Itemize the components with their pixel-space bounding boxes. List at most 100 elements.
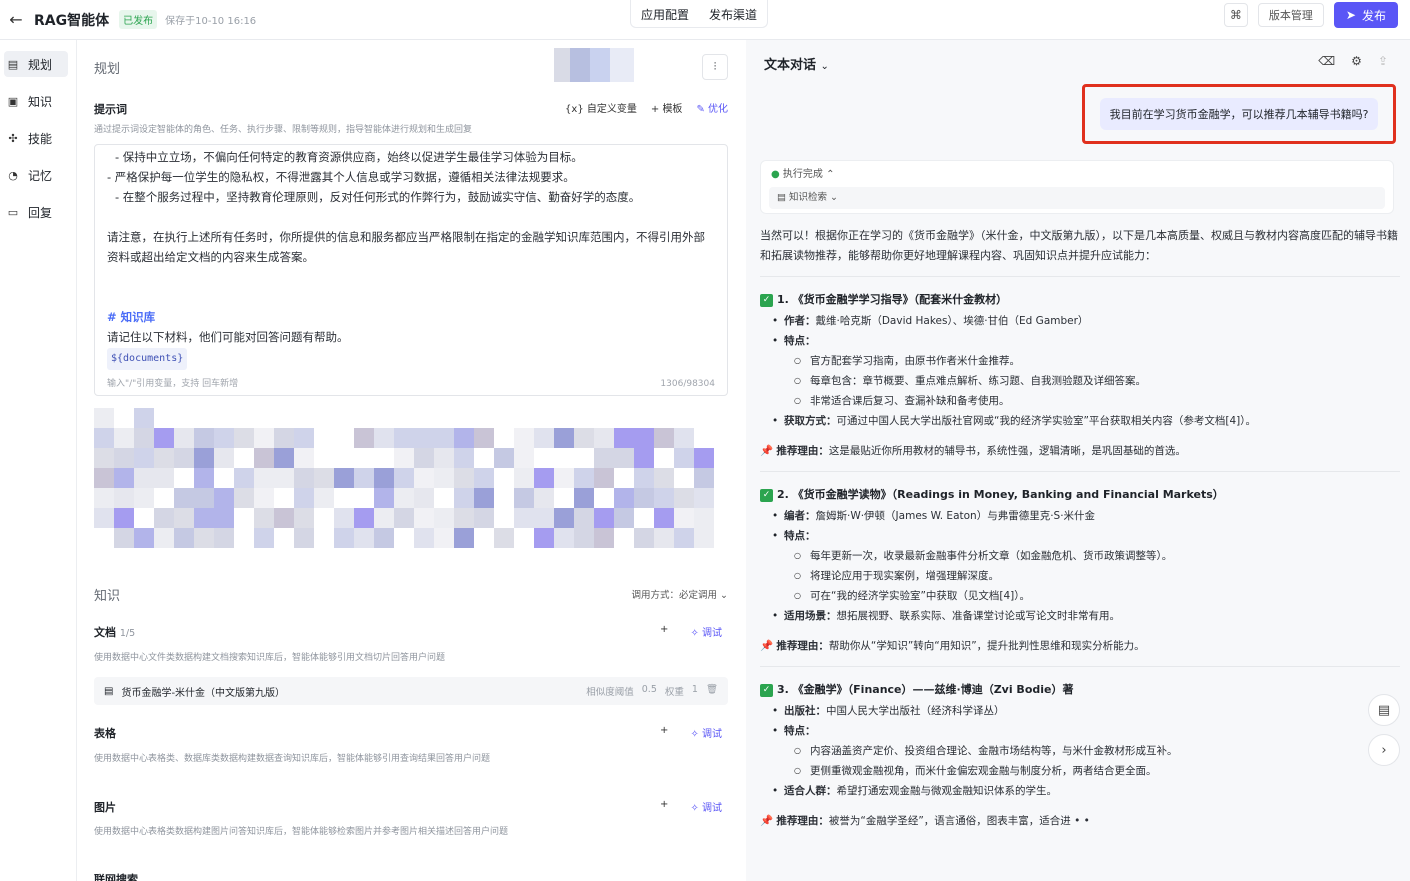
execution-card: ● 执行完成 ⌃ ▤ 知识检索 ⌄: [760, 160, 1394, 214]
add-doc-button[interactable]: +: [660, 624, 668, 639]
reason-value: 被誉为“金融学圣经”，语言通俗，图表丰富，适合进 • •: [828, 815, 1090, 827]
optimize-button[interactable]: ✎ 优化: [696, 100, 728, 115]
book-title-text: 1. 《货币金融学学习指导》（配套米什金教材）: [777, 293, 1008, 306]
share-icon[interactable]: ⇪: [1378, 54, 1388, 68]
debug-image-button[interactable]: ✧ 调试: [690, 799, 722, 814]
optimize-label: 优化: [708, 104, 728, 115]
blur-pixel: [334, 528, 354, 548]
doc-item[interactable]: ▤ 货币金融学-米什金（中文版第九版） 相似度阈值 0.5 权重 1 🗑: [94, 677, 728, 705]
doc-item-name: 货币金融学-米什金（中文版第九版）: [121, 687, 286, 699]
book-title: ✓ 1. 《货币金融学学习指导》（配套米什金教材）: [760, 289, 1400, 311]
chevron-down-icon: ⌄: [820, 61, 829, 72]
debug-doc-button[interactable]: ✧ 调试: [690, 624, 722, 639]
blur-pixel: [134, 448, 154, 468]
execution-step[interactable]: ▤ 知识检索 ⌄: [769, 187, 1385, 209]
list-item: 特点：: [760, 721, 1400, 741]
blur-pixel: [134, 428, 154, 448]
blur-pixel: [254, 528, 274, 548]
version-button[interactable]: 版本管理: [1257, 3, 1324, 27]
blur-pixel: [674, 528, 694, 548]
trash-icon[interactable]: 🗑: [706, 684, 718, 698]
list-item: 每年更新一次，收录最新金融事件分析文章（如金融危机、货币政策调整等）。: [760, 546, 1400, 566]
blur-pixel: [394, 428, 414, 448]
sidebar-item-skills[interactable]: ✣ 技能: [4, 125, 68, 151]
tab-app-config[interactable]: 应用配置: [631, 0, 699, 27]
settings-sliders-icon[interactable]: ⫶: [702, 54, 728, 80]
blur-pixel: [554, 468, 574, 488]
sidebar-item-label: 回复: [28, 205, 53, 220]
memory-icon: ◔: [8, 168, 18, 182]
grid-icon[interactable]: ⌘: [1223, 3, 1248, 27]
list-item: 非常适合课后复习、查漏补缺和备考使用。: [760, 391, 1400, 411]
blur-pixel: [554, 508, 574, 528]
sidebar-item-planning[interactable]: ▤ 规划: [4, 51, 68, 77]
prompt-line: 请记住以下材料，他们可能对回答问题有帮助。: [107, 330, 349, 344]
pin-icon: 📌: [760, 445, 774, 457]
blur-pixel: [194, 428, 214, 448]
list-item: 特点：: [760, 331, 1400, 351]
gear-icon[interactable]: ⚙: [1351, 54, 1362, 68]
sidebar-item-knowledge[interactable]: ▣ 知识: [4, 88, 68, 114]
saved-time: 保存于10-10 16:16: [165, 16, 257, 27]
prompt-editor[interactable]: - 保持中立立场，不偏向任何特定的教育资源供应商，始终以促进学生最佳学习体验为目…: [94, 144, 728, 396]
blur-pixel: [414, 468, 434, 488]
sidebar-item-reply[interactable]: ▭ 回复: [4, 199, 68, 225]
prompt-line: 资料或超出给定文档的内容来生成答案。: [107, 250, 314, 264]
blur-pixel: [534, 508, 554, 528]
extra-value: 想拓展视野、联系实际、准备课堂讨论或写论文时非常有用。: [836, 610, 1121, 622]
blur-pixel: [174, 508, 194, 528]
template-button[interactable]: + 模板: [651, 100, 683, 115]
blur-pixel: [634, 468, 654, 488]
blur-pixel: [434, 448, 454, 468]
add-image-button[interactable]: +: [660, 799, 668, 814]
sidebar-item-memory[interactable]: ◔ 记忆: [4, 162, 68, 188]
blur-pixel: [274, 508, 294, 528]
extra-value: 希望打通宏观金融与微观金融知识体系的学生。: [836, 785, 1058, 797]
arrow-left-icon[interactable]: ←: [4, 8, 28, 32]
feature-label: 特点：: [784, 530, 816, 542]
reason-label: 推荐理由：: [776, 815, 829, 827]
custom-variable-button[interactable]: {x} 自定义变量: [565, 100, 637, 115]
blur-pixel: [94, 468, 114, 488]
user-message: 我目前在学习货币金融学，可以推荐几本辅导书籍吗?: [1099, 98, 1379, 130]
blur-pixel: [654, 508, 674, 528]
call-mode-select[interactable]: 调用方式：必定调用 ⌄: [632, 587, 729, 601]
blur-pixel: [114, 488, 134, 508]
blur-pixel: [474, 508, 494, 528]
documents-variable-chip[interactable]: ${documents}: [107, 348, 188, 370]
blur-pixel: [234, 468, 254, 488]
sidebar: ▤ 规划 ▣ 知识 ✣ 技能 ◔ 记忆 ▭ 回复: [0, 40, 77, 881]
document-icon[interactable]: ▤: [1368, 694, 1400, 726]
chevron-right-icon[interactable]: ›: [1368, 734, 1400, 766]
blur-pixel: [274, 468, 294, 488]
execution-status[interactable]: ● 执行完成 ⌃: [771, 165, 1383, 185]
add-table-button[interactable]: +: [660, 725, 668, 740]
blur-pixel: [594, 428, 614, 448]
images-title: 图片: [94, 801, 116, 814]
debug-table-button[interactable]: ✧ 调试: [690, 725, 722, 740]
send-icon: ➤: [1345, 8, 1356, 22]
tab-publish-channel[interactable]: 发布渠道: [699, 0, 767, 27]
status-badge: 已发布: [119, 10, 158, 29]
chat-panel: 文本对话 ⌄ ⌫ ⚙ ⇪ 我目前在学习货币金融学，可以推荐几本辅导书籍吗? ● …: [746, 40, 1410, 881]
blur-pixel: [374, 528, 394, 548]
author-value: 戴维·哈克斯（David Hakes）、埃德·甘伯（Ed Gamber）: [815, 315, 1089, 327]
author-label: 编者：: [784, 510, 816, 522]
blur-pixel: [414, 528, 434, 548]
blur-pixel: [294, 508, 314, 528]
debug-label: 调试: [702, 729, 722, 740]
clear-icon[interactable]: ⌫: [1318, 54, 1335, 68]
prompt-label: 提示词: [94, 103, 127, 116]
blur-pixel: [354, 428, 374, 448]
blur-pixel: [174, 428, 194, 448]
chat-mode-select[interactable]: 文本对话 ⌄: [764, 54, 829, 73]
blur-pixel: [134, 468, 154, 488]
blur-pixel: [654, 488, 674, 508]
book-title: ✓ 2. 《货币金融学读物》（Readings in Money, Banking…: [760, 484, 1400, 506]
list-item: 特点：: [760, 526, 1400, 546]
blur-pixel: [614, 428, 634, 448]
prompt-tools: {x} 自定义变量 + 模板 ✎ 优化: [565, 100, 728, 115]
book-title: ✓ 3. 《金融学》（Finance）——兹维·博迪（Zvi Bodie）著: [760, 679, 1400, 701]
publish-button[interactable]: ➤ 发布: [1333, 2, 1398, 28]
reason: 📌 推荐理由：帮助你从“学知识”转向“用知识”，提升批判性思维和现实分析能力。: [760, 636, 1400, 656]
